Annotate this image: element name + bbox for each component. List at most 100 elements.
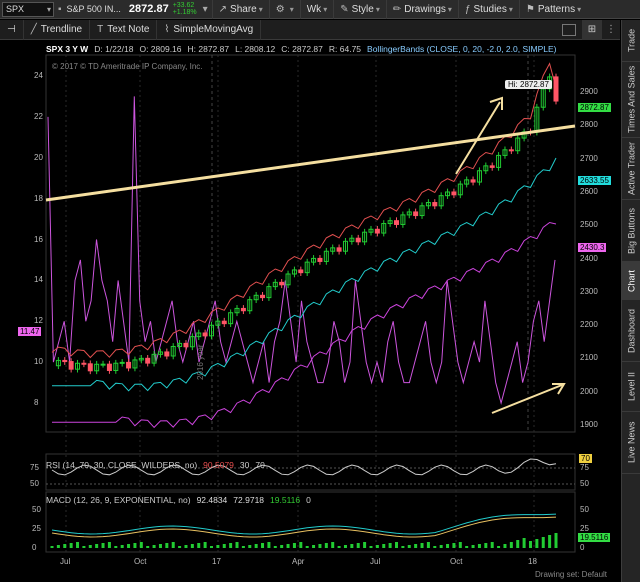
macd-histogram-bar (401, 546, 405, 548)
macd-histogram-bar (477, 544, 481, 548)
macd-histogram-bar (88, 545, 92, 548)
drawings-button[interactable]: ✏ Drawings ▾ (385, 0, 458, 19)
last-price-marker: 2872.87 (578, 103, 611, 113)
candle-body (106, 363, 112, 371)
chevron-down-icon[interactable]: ▾ (47, 3, 51, 16)
style-button-label: Style (351, 3, 374, 15)
macd-histogram-bar (337, 546, 341, 548)
candle-body (432, 202, 438, 207)
sma-tool-icon: ⌇ (164, 24, 170, 35)
right-axis-tick: 2500 (580, 220, 598, 230)
sidebar-tab-active-trader[interactable]: Active Trader (622, 138, 640, 200)
macd-histogram-bar (503, 544, 507, 548)
share-icon: ↗ (218, 3, 228, 15)
macd-histogram-bar (101, 543, 105, 548)
main-plot-border (45, 54, 576, 433)
x-axis-label: 18 (528, 557, 537, 566)
right-axis-tick: 2400 (580, 253, 598, 263)
right-axis-tick: 2300 (580, 286, 598, 296)
chevron-down-icon[interactable]: ▾ (203, 4, 208, 15)
chevron-down-icon: ▾ (258, 4, 263, 14)
patterns-button-label: Patterns (537, 3, 576, 15)
macd-histogram-bar (343, 545, 347, 548)
macd-histogram-bar (305, 546, 309, 548)
chevron-down-icon: ▾ (577, 4, 582, 14)
right-axis-tick: 1900 (580, 420, 598, 429)
settings-button[interactable]: ⚙ ▾ (268, 0, 300, 19)
macd-histogram-bar (548, 535, 552, 548)
macd-histogram-bar (222, 544, 226, 548)
macd-histogram-bar (528, 541, 532, 548)
macd-histogram-bar (363, 542, 367, 548)
macd-histogram-bar (375, 545, 379, 548)
drawings-icon: ✏ (392, 3, 402, 15)
macd-histogram-bar (139, 542, 143, 548)
candle-body (336, 247, 342, 252)
macd-histogram-bar (535, 539, 539, 548)
macd-histogram-bar (273, 546, 277, 548)
macd-histogram-bar (152, 545, 156, 548)
sidebar-tab-times-and-sales[interactable]: Times And Sales (622, 62, 640, 138)
sidebar-tab-live-news[interactable]: Live News (622, 412, 640, 474)
macd-histogram-bar (76, 542, 80, 548)
macd-histogram-bar (241, 546, 245, 548)
style-button[interactable]: ✎ Style ▾ (333, 0, 386, 19)
macd-header[interactable]: MACD (12, 26, 9, EXPONENTIAL, no) 92.483… (46, 495, 311, 505)
macd-histogram-bar (133, 543, 137, 548)
macd-histogram-bar (267, 542, 271, 548)
macd-histogram-bar (56, 545, 60, 548)
share-button[interactable]: ↗ Share ▾ (211, 0, 269, 19)
candle-body (100, 363, 106, 366)
macd-histogram-bar (458, 542, 462, 548)
sidebar-tab-dashboard[interactable]: Dashboard (622, 300, 640, 362)
right-axis-tick: 2700 (580, 153, 598, 163)
macd-histogram-bar (414, 544, 418, 548)
macd-histogram-bar (235, 542, 239, 548)
last-price: 2872.87 (128, 3, 169, 15)
candle-body (126, 361, 132, 369)
candle-body (240, 307, 246, 312)
textnote-tool[interactable]: T Text Note (90, 19, 158, 40)
macd-histogram-bar (426, 542, 430, 548)
top-toolbar: SPX ▾ ▪ S&P 500 IN... 2872.87 +33.62 +1.18… (0, 0, 640, 19)
gear-icon: ⚙ (275, 3, 285, 15)
sidebar-tab-big-buttons[interactable]: Big Buttons (622, 200, 640, 262)
patterns-icon: ⚑ (525, 3, 535, 15)
macd-histogram-bar (216, 545, 220, 548)
rsi-header[interactable]: RSI (14, 70, 30, CLOSE, WILDERS, no) 90.… (46, 460, 265, 470)
bb-upper-line (51, 62, 557, 359)
trendline-tool[interactable]: ╱ Trendline (24, 19, 91, 40)
chevron-down-icon: ▾ (323, 4, 328, 14)
right-sidebar: Trade Times And Sales Active Trader Big But… (621, 20, 640, 582)
candle-body (145, 357, 151, 364)
left-axis-tick: 10 (34, 357, 43, 367)
macd-histogram-bar (490, 542, 494, 548)
drawing-set-label[interactable]: Drawing set: Default (535, 570, 607, 579)
sma-tool[interactable]: ⌇ SimpleMovingAvg (157, 19, 262, 40)
grid-layout-icon[interactable]: ⊞ (582, 19, 602, 40)
macd-histogram-bar (465, 546, 469, 548)
candle-body (279, 281, 285, 286)
patterns-button[interactable]: ⚑ Patterns ▾ (518, 0, 587, 19)
macd-histogram-bar (171, 542, 175, 548)
sidebar-tab-level-ii[interactable]: Level II (622, 362, 640, 412)
studies-button[interactable]: ƒ Studies ▾ (457, 0, 519, 19)
macd-histogram-bar (471, 545, 475, 548)
menu-icon[interactable]: ⋮ (606, 24, 616, 35)
studies-button-label: Studies (473, 3, 507, 15)
restore-icon[interactable] (562, 23, 576, 36)
candle-body (81, 362, 87, 365)
macd-histogram-bar (439, 545, 443, 548)
sidebar-tab-trade[interactable]: Trade (622, 20, 640, 62)
macd-axis-tick-left: 25 (32, 524, 41, 533)
timeframe-button[interactable]: Wk ▾ (299, 0, 333, 19)
symbol-input[interactable]: SPX ▾ (2, 1, 54, 17)
sidebar-tab-chart[interactable]: Chart (622, 262, 640, 300)
right-axis-tick: 2900 (580, 87, 598, 96)
pin-button[interactable]: ⊣ (0, 19, 24, 40)
high-price-label: Hi: 2872.87 (505, 80, 552, 89)
flag-icon: ▪ (58, 3, 62, 15)
macd-value-marker: 19.5116 (578, 533, 611, 542)
rsi-value-marker: 70 (579, 454, 592, 463)
left-axis-tick: 14 (34, 275, 43, 285)
